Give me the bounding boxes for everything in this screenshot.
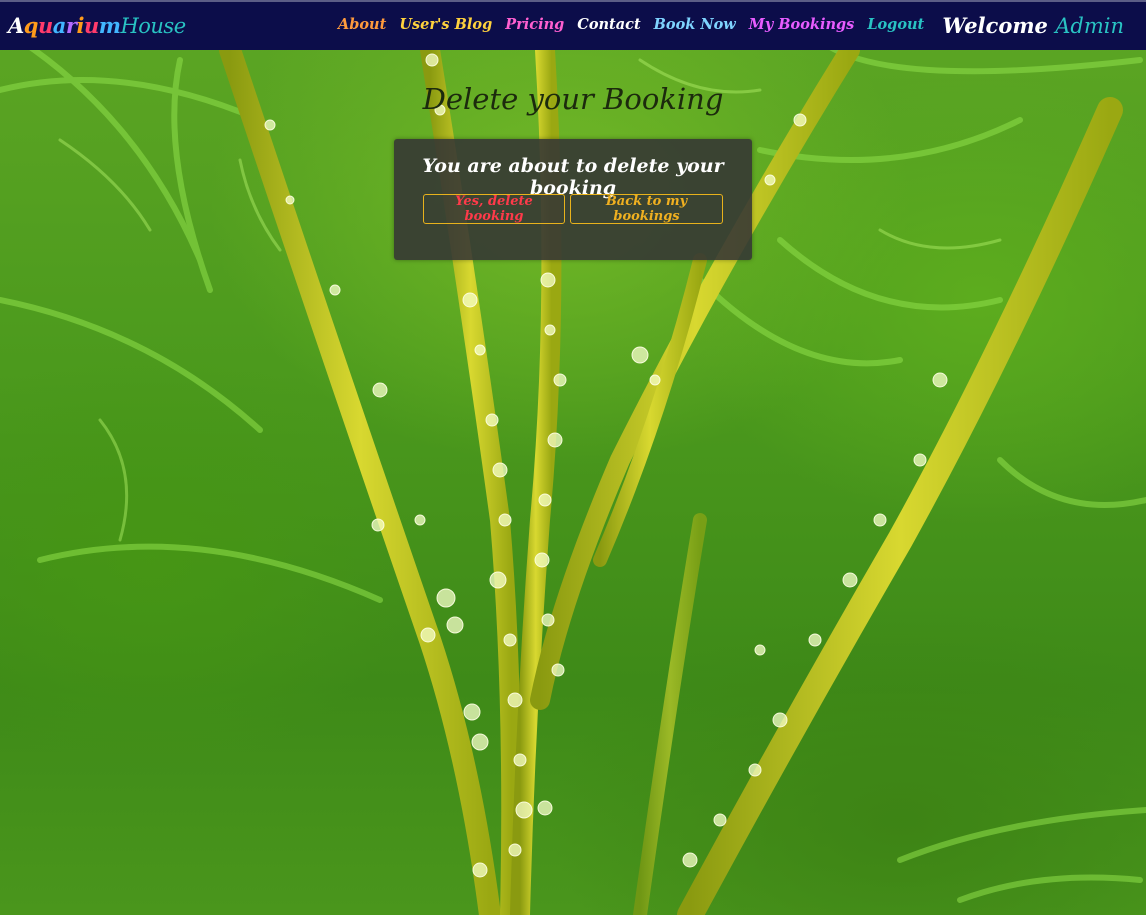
nav-my-bookings[interactable]: My Bookings	[749, 16, 855, 33]
top-navbar: AquariumHouse About User's Blog Pricing …	[0, 0, 1146, 50]
nav-contact[interactable]: Contact	[577, 16, 640, 33]
nav-about[interactable]: About	[338, 16, 386, 33]
nav-users-blog[interactable]: User's Blog	[399, 16, 492, 33]
nav-links: About User's Blog Pricing Contact Book N…	[338, 16, 924, 33]
brand-letter: q	[23, 13, 39, 38]
confirm-message: You are about to delete your booking	[422, 155, 724, 199]
welcome-text: Welcome	[942, 13, 1048, 38]
brand-letter: a	[52, 13, 67, 38]
brand-letter: m	[98, 13, 121, 38]
welcome-user: Admin	[1055, 14, 1124, 38]
brand-logo[interactable]: AquariumHouse	[8, 13, 186, 38]
brand-letter: u	[37, 13, 53, 38]
confirm-delete-button[interactable]: Yes, delete booking	[423, 194, 565, 224]
brand-house: House	[120, 14, 186, 38]
delete-confirm-card: You are about to delete your booking Yes…	[394, 139, 752, 260]
nav-pricing[interactable]: Pricing	[505, 16, 564, 33]
brand-letter: i	[76, 13, 84, 38]
nav-logout[interactable]: Logout	[867, 16, 924, 33]
brand-letter: r	[65, 13, 77, 38]
nav-book-now[interactable]: Book Now	[654, 16, 736, 33]
page-title: Delete your Booking	[422, 82, 724, 116]
brand-letter: u	[83, 13, 99, 38]
background-image	[0, 0, 1146, 915]
welcome-message: Welcome Admin	[942, 13, 1124, 38]
back-to-bookings-button[interactable]: Back to my bookings	[570, 194, 723, 224]
brand-letter: A	[8, 13, 24, 38]
aquarium-plant-graphic	[0, 37, 1146, 915]
